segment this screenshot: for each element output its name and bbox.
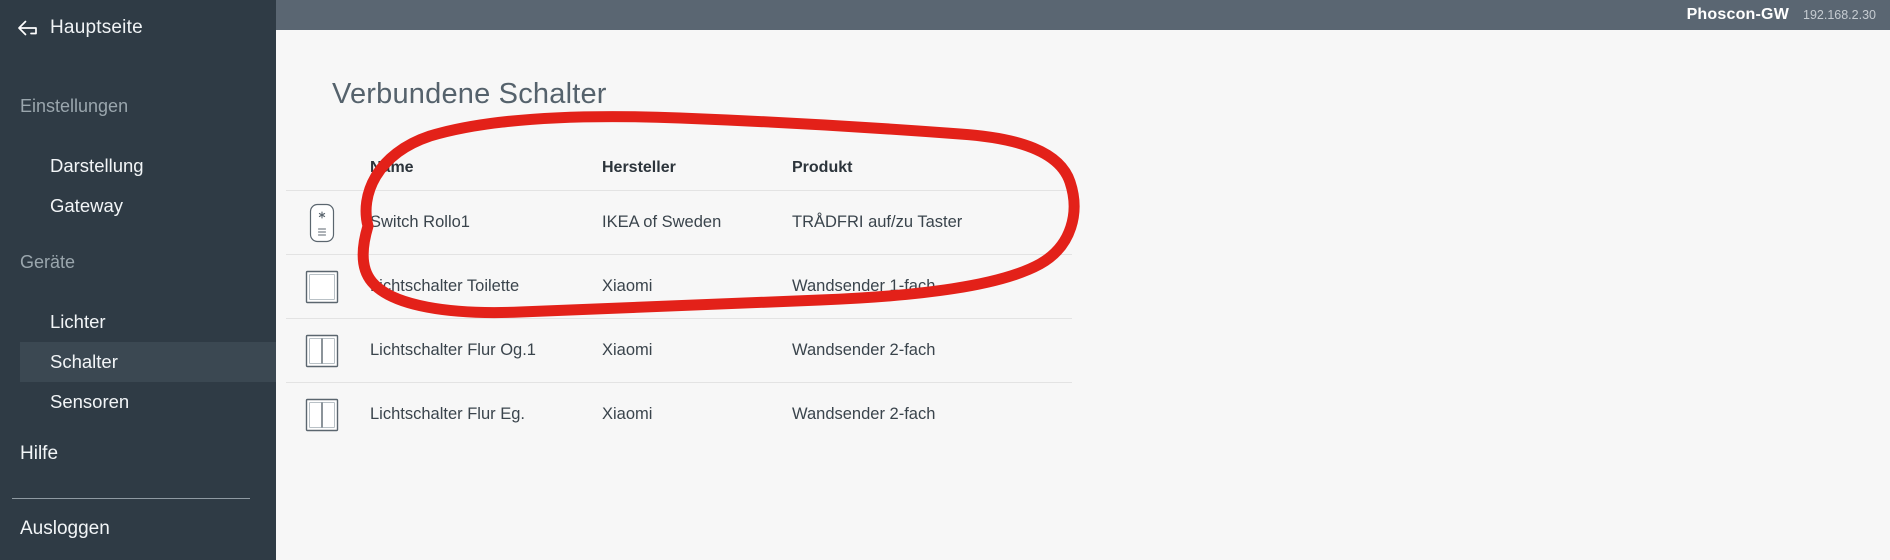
sidebar-item-darstellung[interactable]: Darstellung xyxy=(20,146,276,186)
page-title: Verbundene Schalter xyxy=(332,78,607,110)
table-row[interactable]: Lichtschalter Flur Eg. Xiaomi Wandsender… xyxy=(286,382,1072,446)
device-icon-cell xyxy=(300,393,370,437)
wall-switch-2gang-icon xyxy=(300,393,344,437)
sidebar-item-label: Schalter xyxy=(50,351,118,372)
device-manufacturer: Xiaomi xyxy=(602,405,653,423)
sidebar-item-label: Sensoren xyxy=(50,391,130,412)
device-name: Lichtschalter Flur Eg. xyxy=(370,405,525,423)
gateway-ip-address: 192.168.2.30 xyxy=(1803,8,1876,22)
table-header-row: Name Hersteller Produkt xyxy=(286,146,1072,190)
phoscon-gateway-app: Hauptseite Einstellungen Darstellung Gat… xyxy=(0,0,1890,560)
device-product: Wandsender 2-fach xyxy=(792,341,936,359)
device-product: Wandsender 2-fach xyxy=(792,405,936,423)
column-header-produkt: Produkt xyxy=(792,159,853,176)
device-manufacturer: Xiaomi xyxy=(602,341,653,359)
sidebar-item-lichter[interactable]: Lichter xyxy=(20,302,276,342)
sidebar-home-label: Hauptseite xyxy=(50,17,143,38)
sidebar-item-hauptseite[interactable]: Hauptseite xyxy=(0,0,276,38)
device-icon-cell xyxy=(300,201,370,245)
main-content: Verbundene Schalter Name Hersteller Prod… xyxy=(276,30,1890,560)
device-product: Wandsender 1-fach xyxy=(792,277,936,295)
sidebar-item-gateway[interactable]: Gateway xyxy=(20,186,276,226)
sidebar-item-hilfe[interactable]: Hilfe xyxy=(20,443,58,465)
sidebar-item-ausloggen[interactable]: Ausloggen xyxy=(20,518,110,540)
back-arrow-icon xyxy=(16,18,40,38)
switches-table: Name Hersteller Produkt Switch Rollo1 IK… xyxy=(286,146,1072,446)
table-row[interactable]: Lichtschalter Flur Og.1 Xiaomi Wandsende… xyxy=(286,318,1072,382)
device-icon-cell xyxy=(300,265,370,309)
device-manufacturer: IKEA of Sweden xyxy=(602,213,722,231)
device-product: TRÅDFRI auf/zu Taster xyxy=(792,213,963,231)
ikea-tradfri-remote-icon xyxy=(300,201,344,245)
column-header-name: Name xyxy=(370,159,414,176)
device-name: Lichtschalter Flur Og.1 xyxy=(370,341,536,359)
sidebar-item-label: Gateway xyxy=(50,195,124,216)
sidebar-divider xyxy=(12,498,250,499)
wall-switch-2gang-icon xyxy=(300,329,344,373)
sidebar-group-geraete: Geräte xyxy=(20,252,76,272)
device-name: Switch Rollo1 xyxy=(370,213,470,231)
top-bar: Phoscon-GW 192.168.2.30 xyxy=(276,0,1890,30)
sidebar-item-label: Darstellung xyxy=(50,155,144,176)
sidebar-item-label: Lichter xyxy=(50,311,106,332)
device-name: Lichtschalter Toilette xyxy=(370,277,520,295)
sidebar-item-schalter[interactable]: Schalter xyxy=(20,342,276,382)
sidebar-item-sensoren[interactable]: Sensoren xyxy=(20,382,276,422)
column-header-hersteller: Hersteller xyxy=(602,159,676,176)
sidebar: Hauptseite Einstellungen Darstellung Gat… xyxy=(0,0,276,560)
sidebar-group-einstellungen: Einstellungen xyxy=(20,96,129,116)
gateway-name: Phoscon-GW xyxy=(1686,6,1789,23)
wall-switch-1gang-icon xyxy=(300,265,344,309)
device-icon-cell xyxy=(300,329,370,373)
table-row[interactable]: Switch Rollo1 IKEA of Sweden TRÅDFRI auf… xyxy=(286,190,1072,254)
table-row[interactable]: Lichtschalter Toilette Xiaomi Wandsender… xyxy=(286,254,1072,318)
device-manufacturer: Xiaomi xyxy=(602,277,653,295)
